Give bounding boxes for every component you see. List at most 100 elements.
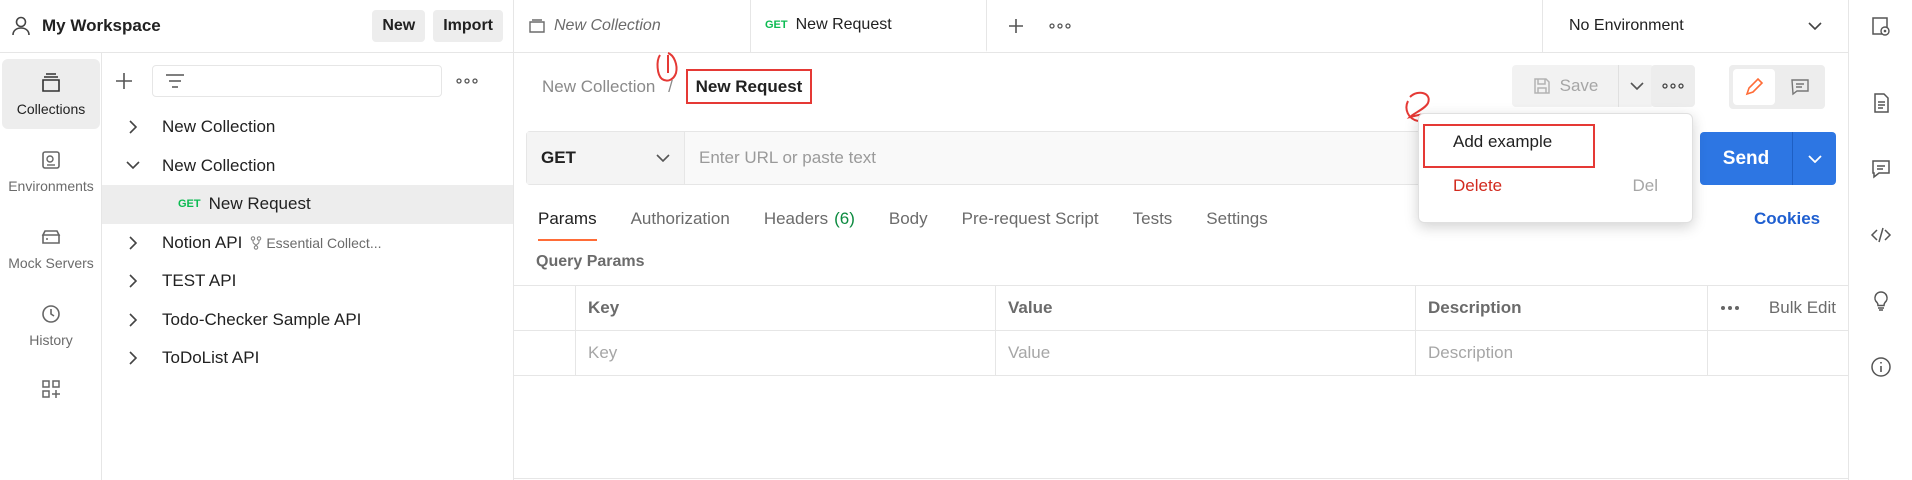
environment-select[interactable]: No Environment [1542, 0, 1848, 52]
left-rail: Collections Environments Mock Servers Hi… [0, 53, 102, 480]
rail-label: Environments [8, 178, 94, 194]
sidebar-item-label: New Collection [162, 155, 276, 175]
tab-tests[interactable]: Tests [1133, 209, 1173, 241]
sidebar-item-collection[interactable]: New Collection [102, 108, 513, 147]
tab-params[interactable]: Params [538, 209, 597, 241]
chevron-down-icon[interactable] [124, 159, 144, 173]
rail-item-mock-servers[interactable]: Mock Servers [2, 213, 100, 283]
send-group: Send [1700, 132, 1836, 185]
tab-new-request[interactable]: GET New Request [751, 0, 987, 52]
chevron-right-icon[interactable] [124, 274, 144, 288]
right-rail-info-tips[interactable] [1849, 268, 1912, 334]
tab-settings[interactable]: Settings [1206, 209, 1267, 241]
highlight-box [1423, 124, 1595, 168]
add-tab-icon[interactable] [1007, 17, 1025, 35]
new-button[interactable]: New [372, 10, 426, 42]
menu-item-delete[interactable]: Delete Del [1419, 164, 1692, 208]
import-button[interactable]: Import [433, 10, 503, 42]
table-header-description: Description [1416, 286, 1708, 330]
request-actions-menu: Add example Delete Del [1418, 113, 1693, 223]
send-button[interactable]: Send [1700, 132, 1792, 185]
tab-new-collection[interactable]: New Collection [514, 0, 751, 52]
info-icon [1870, 357, 1891, 377]
bulk-edit-link[interactable]: Bulk Edit [1769, 298, 1836, 318]
sidebar-item-collection[interactable]: Todo-Checker Sample API [102, 301, 513, 340]
sidebar: New Collection New Collection GET New Re… [102, 53, 514, 480]
key-input[interactable]: Key [576, 331, 996, 375]
sidebar-item-label: Todo-Checker Sample API [162, 309, 362, 329]
chevron-right-icon[interactable] [124, 351, 144, 365]
fork-icon [251, 235, 262, 250]
tab-body[interactable]: Body [889, 209, 928, 241]
lightbulb-icon [1873, 291, 1888, 311]
collections-icon [42, 73, 60, 92]
comments-icon [1871, 160, 1890, 179]
tab-pre-request-script[interactable]: Pre-request Script [962, 209, 1099, 241]
right-rail-environment-quick-look[interactable] [1849, 14, 1912, 40]
tab-more-icon[interactable] [1049, 23, 1071, 29]
description-input[interactable]: Description [1416, 331, 1708, 375]
value-input[interactable]: Value [996, 331, 1416, 375]
chevron-right-icon[interactable] [124, 120, 144, 134]
edit-mode-button[interactable] [1733, 69, 1775, 105]
tab-authorization[interactable]: Authorization [631, 209, 730, 241]
chevron-down-icon [1807, 154, 1822, 163]
save-group: Save [1512, 65, 1654, 107]
sidebar-item-collection[interactable]: New Collection [102, 147, 513, 186]
comment-mode-button[interactable] [1779, 69, 1821, 105]
query-params-title: Query Params [536, 253, 645, 270]
menu-item-label: Delete [1453, 176, 1503, 195]
request-tabs: Params Authorization Headers (6) Body Pre… [538, 209, 1268, 241]
row-checkbox-cell [514, 331, 576, 375]
sidebar-item-collection[interactable]: ToDoList API [102, 339, 513, 378]
right-rail-code[interactable] [1849, 202, 1912, 268]
request-more-button[interactable] [1651, 65, 1695, 107]
chevron-right-icon[interactable] [124, 236, 144, 250]
right-rail [1848, 0, 1912, 480]
method-select[interactable]: GET [527, 132, 685, 184]
tab-method: GET [765, 19, 788, 31]
tab-label: New Request [795, 16, 892, 33]
annotation-mark-1 [656, 52, 678, 82]
table-header-row: Key Value Description Bulk Edit [514, 286, 1848, 331]
configure-workbench-icon [42, 380, 60, 398]
environment-quick-look-icon [1871, 17, 1890, 36]
add-collection-icon[interactable] [114, 71, 134, 91]
chevron-right-icon[interactable] [124, 313, 144, 327]
sidebar-item-request[interactable]: GET New Request [102, 185, 513, 224]
menu-item-shortcut: Del [1632, 176, 1658, 195]
rail-item-history[interactable]: History [2, 290, 100, 360]
breadcrumb-parent[interactable]: New Collection [542, 77, 655, 96]
table-header-actions: Bulk Edit [1708, 286, 1848, 330]
sidebar-item-label: New Request [208, 194, 311, 214]
sidebar-item-label: TEST API [162, 271, 237, 291]
rail-label: Collections [16, 101, 86, 117]
table-more-icon[interactable] [1720, 305, 1740, 311]
breadcrumb-current[interactable]: New Request [685, 69, 813, 104]
method-label: GET [541, 148, 576, 167]
sidebar-more-icon[interactable] [456, 77, 478, 84]
tab-headers[interactable]: Headers (6) [764, 209, 855, 241]
workspace-title[interactable]: My Workspace [42, 16, 364, 36]
save-dropdown-button[interactable] [1618, 65, 1654, 107]
send-dropdown-button[interactable] [1792, 132, 1836, 185]
rail-item-configure[interactable] [2, 367, 100, 417]
fork-label: Essential Collect... [250, 235, 382, 251]
sidebar-item-label: ToDoList API [162, 348, 260, 368]
right-rail-info[interactable] [1849, 334, 1912, 400]
sidebar-item-collection[interactable]: Notion API Essential Collect... [102, 224, 513, 263]
rail-item-collections[interactable]: Collections [2, 59, 100, 129]
right-rail-comments[interactable] [1849, 136, 1912, 202]
environments-icon [42, 151, 60, 169]
right-rail-documentation[interactable] [1849, 70, 1912, 136]
sidebar-item-collection[interactable]: TEST API [102, 262, 513, 301]
cookies-link[interactable]: Cookies [1754, 209, 1820, 229]
sidebar-filter-input[interactable] [152, 64, 442, 97]
request-method: GET [178, 198, 201, 211]
view-mode-toggle [1729, 65, 1825, 109]
chevron-down-icon [1808, 22, 1822, 30]
rail-item-environments[interactable]: Environments [2, 136, 100, 206]
save-button[interactable]: Save [1512, 65, 1618, 107]
environment-label: No Environment [1569, 17, 1684, 34]
history-icon [42, 305, 60, 323]
